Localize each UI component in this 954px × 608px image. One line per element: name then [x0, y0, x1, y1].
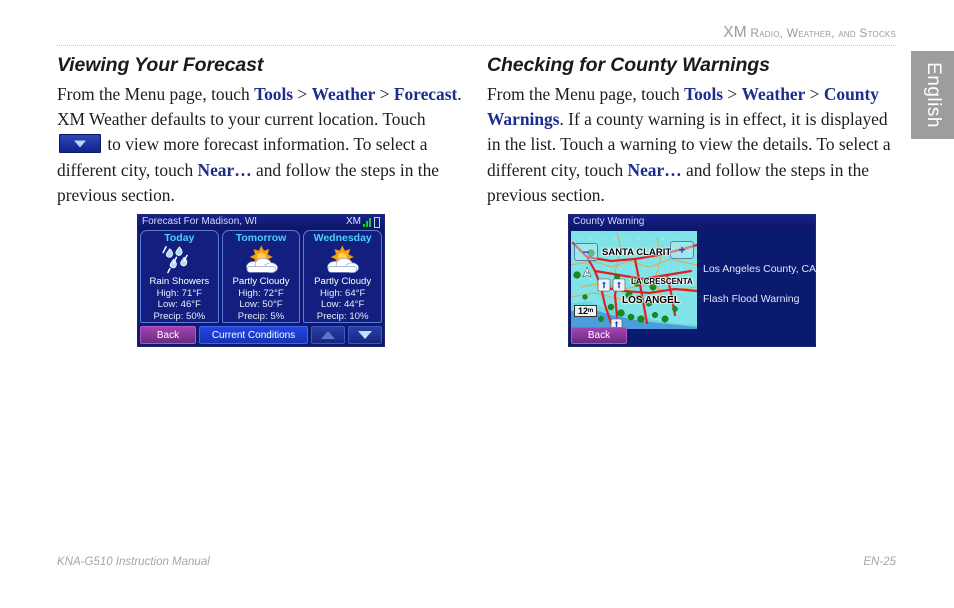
running-header: XM Radio, Weather, and Stocks [57, 24, 896, 42]
warning-location-text: Los Angeles County, CA [703, 263, 817, 275]
keyword-tools-2: Tools [684, 84, 724, 104]
right-sep-2: > [805, 84, 824, 104]
left-sep-2: > [375, 84, 394, 104]
forecast-precip: Precip: 10% [316, 310, 369, 322]
xm-label: XM [346, 216, 361, 227]
forecast-low: Low: 50°F [239, 299, 283, 311]
map-city-label-los-angeles: LOS ANGEL [622, 295, 680, 306]
forecast-high: High: 72°F [238, 287, 284, 299]
map-zoom-out-button[interactable]: − [574, 243, 598, 261]
running-header-rest: Radio, Weather, and Stocks [746, 26, 896, 40]
running-header-first: XM [723, 24, 747, 41]
map-scale-bar: 12ᵐ [574, 305, 598, 317]
forecast-condition: Partly Cloudy [314, 276, 372, 288]
right-column: Checking for County Warnings From the Me… [487, 54, 895, 208]
left-text-1: From the Menu page, touch [57, 84, 255, 104]
forecast-condition: Partly Cloudy [232, 276, 290, 288]
county-warning-screen-figure: County Warning N − + SANTA CLARIT LA CRE… [568, 214, 816, 347]
partly-cloudy-icon [304, 244, 381, 276]
inline-down-arrow-button-icon [59, 134, 101, 154]
keyword-weather-2: Weather [741, 84, 806, 104]
map-zoom-out-label: − [582, 245, 590, 259]
county-back-button[interactable]: Back [571, 327, 627, 344]
keyword-tools: Tools [254, 84, 294, 104]
left-body-paragraph: From the Menu page, touch Tools > Weathe… [57, 82, 465, 208]
forecast-button-bar: Back Current Conditions [140, 326, 382, 344]
language-tab-label: English [922, 62, 944, 128]
forecast-details: Partly Cloudy High: 64°F Low: 44°F Preci… [314, 276, 371, 322]
language-tab-english[interactable]: English [911, 51, 954, 139]
map-city-label-la-crescenta: LA CRESCENTA [631, 277, 693, 286]
forecast-title-text: Forecast For Madison, WI [142, 216, 258, 227]
forecast-low: Low: 44°F [321, 299, 365, 311]
battery-icon [374, 216, 380, 228]
current-conditions-button[interactable]: Current Conditions [199, 326, 308, 344]
right-section-title: Checking for County Warnings [487, 54, 770, 76]
footer-page-number: EN-25 [863, 556, 896, 568]
xm-signal-indicator-icon: XM [346, 215, 380, 229]
left-column: Viewing Your Forecast From the Menu page… [57, 54, 465, 208]
forecast-condition: Rain Showers [149, 276, 210, 288]
left-sep-1: > [293, 84, 312, 104]
county-button-bar: Back [571, 327, 627, 344]
forecast-details: Partly Cloudy High: 72°F Low: 50°F Preci… [232, 276, 289, 322]
forecast-day-card[interactable]: Today Rain Showers High: 71°F Low: 46°F … [140, 230, 219, 323]
keyword-near-2: Near… [627, 159, 682, 180]
county-warning-details: Los Angeles County, CA Flash Flood Warni… [701, 231, 817, 329]
map-city-label-santa-clarita: SANTA CLARIT [602, 247, 672, 258]
warning-type-text: Flash Flood Warning [703, 293, 800, 305]
keyword-forecast: Forecast [393, 84, 458, 104]
scroll-up-arrow-button[interactable] [311, 326, 345, 344]
back-button[interactable]: Back [140, 326, 196, 344]
forecast-day-card[interactable]: Tomorrow Partly Cloudy High: 72°F Low: 5… [221, 230, 301, 323]
forecast-precip: Precip: 5% [237, 310, 285, 322]
forecast-low: Low: 46°F [157, 299, 201, 311]
rain-showers-icon [141, 244, 218, 276]
county-title-text: County Warning [573, 216, 645, 227]
forecast-precip: Precip: 50% [153, 310, 206, 322]
right-text-1: From the Menu page, touch [487, 84, 685, 104]
map-zoom-in-button[interactable]: + [670, 241, 694, 259]
forecast-high: High: 71°F [156, 287, 203, 299]
header-divider [57, 45, 896, 47]
signal-bars-icon [363, 217, 371, 227]
map-zoom-in-label: + [678, 243, 686, 257]
forecast-day-label: Wednesday [313, 232, 372, 244]
forecast-day-label: Tomorrow [235, 232, 287, 244]
forecast-high: High: 64°F [319, 287, 366, 299]
forecast-day-card[interactable]: Wednesday Partly Cloudy High: 64°F Low: … [303, 230, 383, 323]
county-title-bar: County Warning [569, 215, 815, 229]
county-map-panel[interactable]: N − + SANTA CLARIT LA CRESCENTA LOS ANGE… [571, 231, 697, 329]
right-sep-1: > [723, 84, 742, 104]
partly-cloudy-icon [223, 244, 300, 276]
keyword-near: Near… [197, 159, 252, 180]
scroll-down-arrow-button[interactable] [348, 326, 382, 344]
forecast-details: Rain Showers High: 71°F Low: 46°F Precip… [149, 276, 209, 322]
footer-manual-name: KNA-G510 Instruction Manual [57, 556, 210, 568]
forecast-screen-figure: Forecast For Madison, WI XM Today Rain S… [137, 214, 385, 347]
svg-text:N: N [586, 270, 589, 275]
forecast-title-bar: Forecast For Madison, WI XM [138, 215, 384, 229]
left-section-title: Viewing Your Forecast [57, 54, 264, 76]
right-body-paragraph: From the Menu page, touch Tools > Weathe… [487, 82, 895, 208]
keyword-weather: Weather [311, 84, 376, 104]
forecast-day-label: Today [164, 232, 195, 244]
forecast-columns: Today Rain Showers High: 71°F Low: 46°F … [140, 230, 383, 323]
